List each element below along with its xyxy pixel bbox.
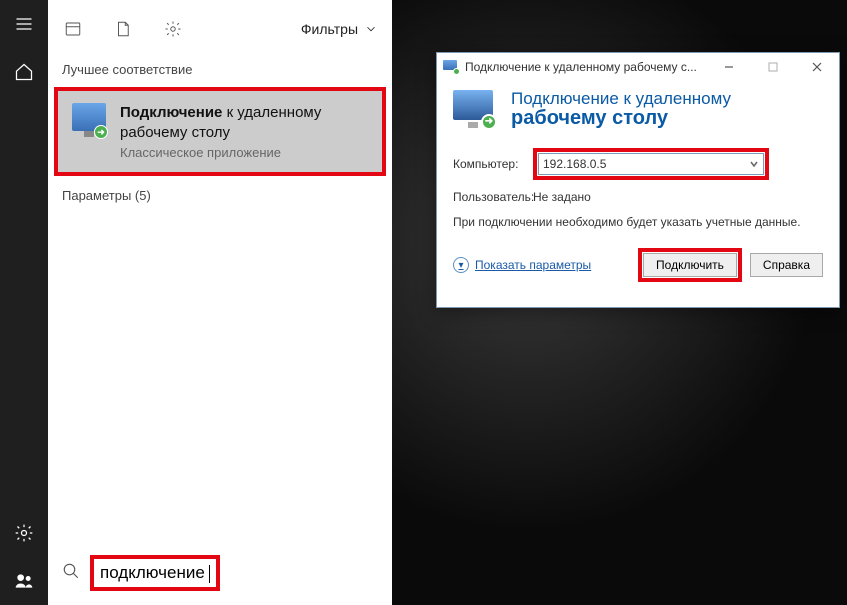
- search-input[interactable]: [100, 563, 210, 583]
- minimize-button[interactable]: [707, 53, 751, 81]
- rail-sidebar: [0, 0, 48, 605]
- result-subtitle: Классическое приложение: [120, 145, 368, 160]
- header-line1: Подключение к удаленному: [511, 89, 731, 109]
- computer-value: 192.168.0.5: [543, 157, 606, 171]
- gear-icon[interactable]: [0, 509, 48, 557]
- chevron-down-icon[interactable]: [749, 158, 759, 172]
- computer-field-highlight: 192.168.0.5: [533, 148, 769, 180]
- rdp-dialog: Подключение к удаленному рабочему с... ➜…: [436, 52, 840, 308]
- result-title: Подключение к удаленному рабочему столу: [120, 103, 368, 142]
- search-input-highlight: [90, 555, 220, 591]
- close-button[interactable]: [795, 53, 839, 81]
- document-icon[interactable]: [112, 18, 134, 40]
- computer-label: Компьютер:: [453, 157, 533, 171]
- search-icon: [62, 562, 80, 585]
- help-button[interactable]: Справка: [750, 253, 823, 277]
- connect-highlight: Подключить: [638, 248, 742, 282]
- user-label: Пользователь:: [453, 190, 533, 204]
- rdp-icon: ➜: [72, 103, 106, 137]
- search-panel: Фильтры Лучшее соответствие ➜ Подключени…: [48, 0, 392, 605]
- connect-button[interactable]: Подключить: [643, 253, 737, 277]
- dialog-title: Подключение к удаленному рабочему с...: [465, 60, 707, 74]
- menu-icon[interactable]: [0, 0, 48, 48]
- apps-icon[interactable]: [62, 18, 84, 40]
- home-icon[interactable]: [0, 48, 48, 96]
- show-options-link[interactable]: ▾ Показать параметры: [453, 257, 591, 273]
- header-line2: рабочему столу: [511, 107, 731, 130]
- best-match-label: Лучшее соответствие: [48, 58, 392, 83]
- params-label[interactable]: Параметры (5): [48, 184, 392, 209]
- gear-icon[interactable]: [162, 18, 184, 40]
- show-options-label: Показать параметры: [475, 258, 591, 272]
- panel-top: Фильтры: [48, 0, 392, 58]
- chevron-down-icon: [364, 22, 378, 36]
- filters-button[interactable]: Фильтры: [301, 21, 378, 37]
- chevron-down-icon: ▾: [453, 257, 469, 273]
- search-row: [48, 555, 392, 605]
- dialog-titlebar[interactable]: Подключение к удаленному рабочему с...: [437, 53, 839, 81]
- filters-label: Фильтры: [301, 21, 358, 37]
- maximize-button: [751, 53, 795, 81]
- rdp-icon: ➜: [453, 90, 497, 130]
- user-value: Не задано: [533, 190, 591, 204]
- computer-field[interactable]: 192.168.0.5: [538, 153, 764, 175]
- dialog-header: ➜ Подключение к удаленному рабочему стол…: [437, 81, 839, 142]
- search-result-rdp[interactable]: ➜ Подключение к удаленному рабочему стол…: [54, 87, 386, 176]
- rdp-icon: [443, 60, 459, 74]
- users-icon[interactable]: [0, 557, 48, 605]
- dialog-note: При подключении необходимо будет указать…: [453, 214, 823, 230]
